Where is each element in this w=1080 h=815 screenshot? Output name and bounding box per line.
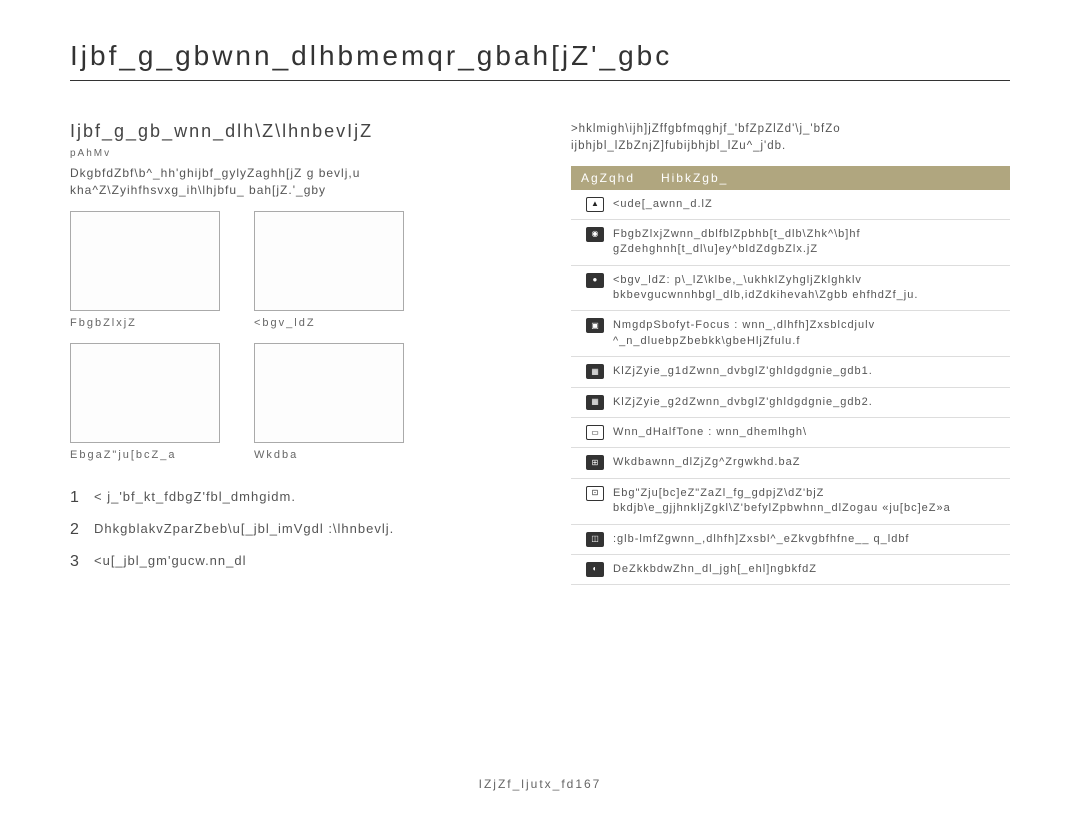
thumb-item: Wkdba: [254, 343, 404, 461]
effect-icon: ⊞: [586, 455, 604, 470]
effect-icon: ◐: [586, 562, 604, 577]
effect-icon-cell: ◉: [577, 227, 613, 242]
effect-icon: ▭: [586, 425, 604, 440]
table-row: ▭ Wnn_dHalfTone : wnn_dhemlhgh\: [571, 418, 1010, 448]
effect-icon-cell: ⊡: [577, 486, 613, 501]
effect-description: Wnn_dHalfTone : wnn_dhemlhgh\: [613, 425, 1004, 440]
step-number: 3: [70, 553, 94, 571]
thumb-item: FbgbZlxjZ: [70, 211, 220, 329]
table-row: ⊞ Wkdbawnn_dlZjZg^Zrgwkhd.baZ: [571, 448, 1010, 478]
effect-icon: ▣: [586, 318, 604, 333]
table-row: ▦ KlZjZyie_g2dZwnn_dvbglZ'ghldgdgnie_gdb2…: [571, 388, 1010, 418]
step-item: 3 <u[_jbl_gm'gucw.nn_dl: [70, 553, 531, 571]
effect-icon-cell: ▣: [577, 318, 613, 333]
effect-icon: ◫: [586, 532, 604, 547]
thumb-label: FbgbZlxjZ: [70, 317, 220, 329]
thumb-label: Wkdba: [254, 449, 404, 461]
table-row: ⊡ Ebg"Zju[bc]eZ"ZaZl_fg_gdpjZ\dZ'bjZ bkdj…: [571, 479, 1010, 525]
right-column: >hklmigh\ijh]jZffgbfmqghjf_'bfZpZlZd'\j_…: [571, 121, 1010, 585]
right-description: >hklmigh\ijh]jZffgbfmqghjf_'bfZpZlZd'\j_…: [571, 121, 1010, 156]
th-desc-col: HibkZgb_: [661, 171, 728, 185]
step-number: 1: [70, 489, 94, 507]
steps-list: 1 < j_'bf_kt_fdbgZ'fbl_dmhgidm. 2 Dhkgbl…: [70, 489, 531, 571]
thumb-image: [254, 211, 404, 311]
table-row: ▣ NmgdpSbofyt-Focus : wnn_,dlhfh]Zxsblcdj…: [571, 311, 1010, 357]
effect-icon: ▦: [586, 395, 604, 410]
step-number: 2: [70, 521, 94, 539]
effect-description: KlZjZyie_g1dZwnn_dvbglZ'ghldgdgnie_gdb1.: [613, 364, 1004, 379]
effect-description: Wkdbawnn_dlZjZg^Zrgwkhd.baZ: [613, 455, 1004, 470]
effect-icon-cell: ◐: [577, 562, 613, 577]
effect-icon-cell: ⊞: [577, 455, 613, 470]
effect-description: FbgbZlxjZwnn_dblfblZpbhb[t_dlb\Zhk^\b]hf…: [613, 227, 1004, 258]
thumb-label: EbgaZ"ju[bcZ_a: [70, 449, 220, 461]
thumb-label: <bgv_ldZ: [254, 317, 404, 329]
table-row: ◫ :glb-lmfZgwnn_,dlhfh]Zxsbl^_eZkvgbfhfne…: [571, 525, 1010, 555]
effect-icon: ◉: [586, 227, 604, 242]
table-header: AgZqhd HibkZgb_: [571, 166, 1010, 190]
left-description: DkgbfdZbf\b^_hh'ghijbf_gylyZaghh[jZ g be…: [70, 165, 531, 199]
thumb-image: [254, 343, 404, 443]
thumb-image: [70, 211, 220, 311]
page-title: Ijbf_g_gbwnn_dlhbmemqr_gbah[jZ'_gbc: [70, 40, 1010, 81]
thumbnail-grid: FbgbZlxjZ <bgv_ldZ EbgaZ"ju[bcZ_a Wkdba: [70, 211, 531, 461]
effect-icon: ●: [586, 273, 604, 288]
step-item: 1 < j_'bf_kt_fdbgZ'fbl_dmhgidm.: [70, 489, 531, 507]
left-column: Ijbf_g_gb_wnn_dlh\Z\lhnbevIjZ pAhMv Dkgb…: [70, 121, 531, 585]
effect-icon-cell: ◫: [577, 532, 613, 547]
effect-icon-cell: ▦: [577, 395, 613, 410]
step-text: <u[_jbl_gm'gucw.nn_dl: [94, 553, 247, 568]
th-icon-col: AgZqhd: [581, 171, 661, 185]
table-row: ▲ <ude[_awnn_d.lZ: [571, 190, 1010, 220]
effect-description: NmgdpSbofyt-Focus : wnn_,dlhfh]Zxsblcdju…: [613, 318, 1004, 349]
effect-icon-cell: ▲: [577, 197, 613, 212]
thumb-item: EbgaZ"ju[bcZ_a: [70, 343, 220, 461]
effect-icon-cell: ▭: [577, 425, 613, 440]
table-row: ◉ FbgbZlxjZwnn_dblfblZpbhb[t_dlb\Zhk^\b]h…: [571, 220, 1010, 266]
effect-description: KlZjZyie_g2dZwnn_dvbglZ'ghldgdgnie_gdb2.: [613, 395, 1004, 410]
thumb-item: <bgv_ldZ: [254, 211, 404, 329]
effect-icon: ⊡: [586, 486, 604, 501]
shot-label: pAhMv: [70, 148, 531, 159]
effect-description: DeZkkbdwZhn_dl_jgh[_ehl]ngbkfdZ: [613, 562, 1004, 577]
step-item: 2 DhkgblakvZparZbeb\u[_jbl_imVgdl :\lhnb…: [70, 521, 531, 539]
step-text: DhkgblakvZparZbeb\u[_jbl_imVgdl :\lhnbev…: [94, 521, 394, 536]
left-subtitle: Ijbf_g_gb_wnn_dlh\Z\lhnbevIjZ: [70, 121, 531, 142]
effect-icon-cell: ●: [577, 273, 613, 288]
effect-icon: ▲: [586, 197, 604, 212]
effect-description: <bgv_ldZ: p\_lZ\klbe,_\ukhklZyhgljZklghk…: [613, 273, 1004, 304]
step-text: < j_'bf_kt_fdbgZ'fbl_dmhgidm.: [94, 489, 296, 504]
table-row: ▦ KlZjZyie_g1dZwnn_dvbglZ'ghldgdgnie_gdb1…: [571, 357, 1010, 387]
table-row: ◐ DeZkkbdwZhn_dl_jgh[_ehl]ngbkfdZ: [571, 555, 1010, 585]
thumb-image: [70, 343, 220, 443]
effect-description: Ebg"Zju[bc]eZ"ZaZl_fg_gdpjZ\dZ'bjZ bkdjb…: [613, 486, 1004, 517]
table-row: ● <bgv_ldZ: p\_lZ\klbe,_\ukhklZyhgljZklgh…: [571, 266, 1010, 312]
page-footer: IZjZf_ljutx_fd167: [0, 777, 1080, 791]
effect-description: <ude[_awnn_d.lZ: [613, 197, 1004, 212]
effect-icon: ▦: [586, 364, 604, 379]
effect-icon-cell: ▦: [577, 364, 613, 379]
effect-description: :glb-lmfZgwnn_,dlhfh]Zxsbl^_eZkvgbfhfne_…: [613, 532, 1004, 547]
effects-table: ▲ <ude[_awnn_d.lZ ◉ FbgbZlxjZwnn_dblfblZpbh…: [571, 190, 1010, 586]
